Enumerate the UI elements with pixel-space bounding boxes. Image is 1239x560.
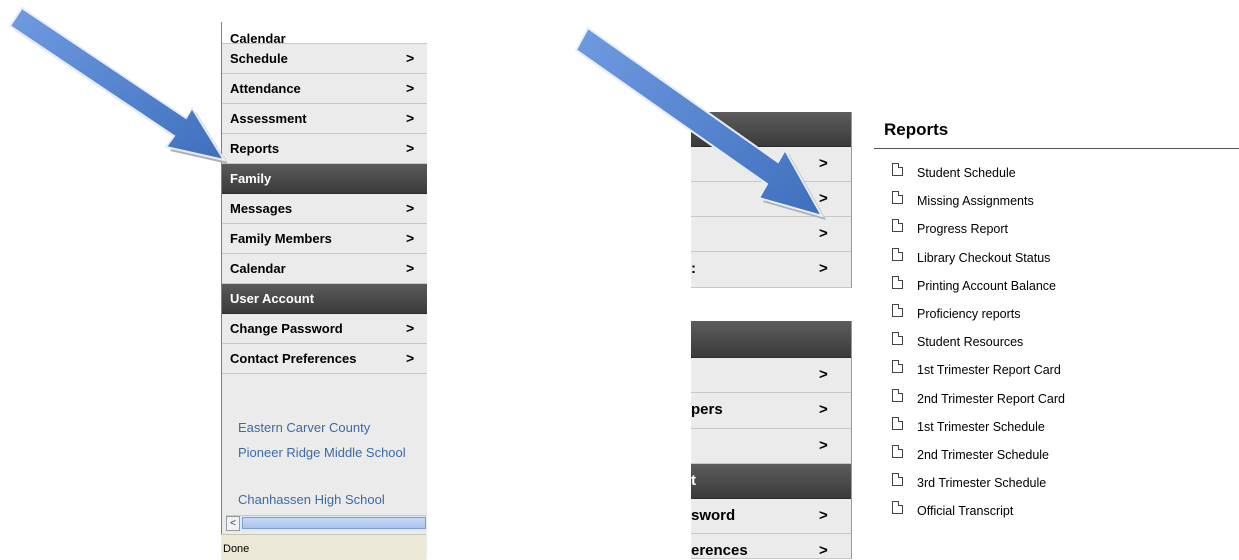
arrow-left-pointer	[8, 6, 228, 164]
annotation-arrows	[8, 6, 826, 220]
arrow-right-pointer	[574, 26, 826, 220]
